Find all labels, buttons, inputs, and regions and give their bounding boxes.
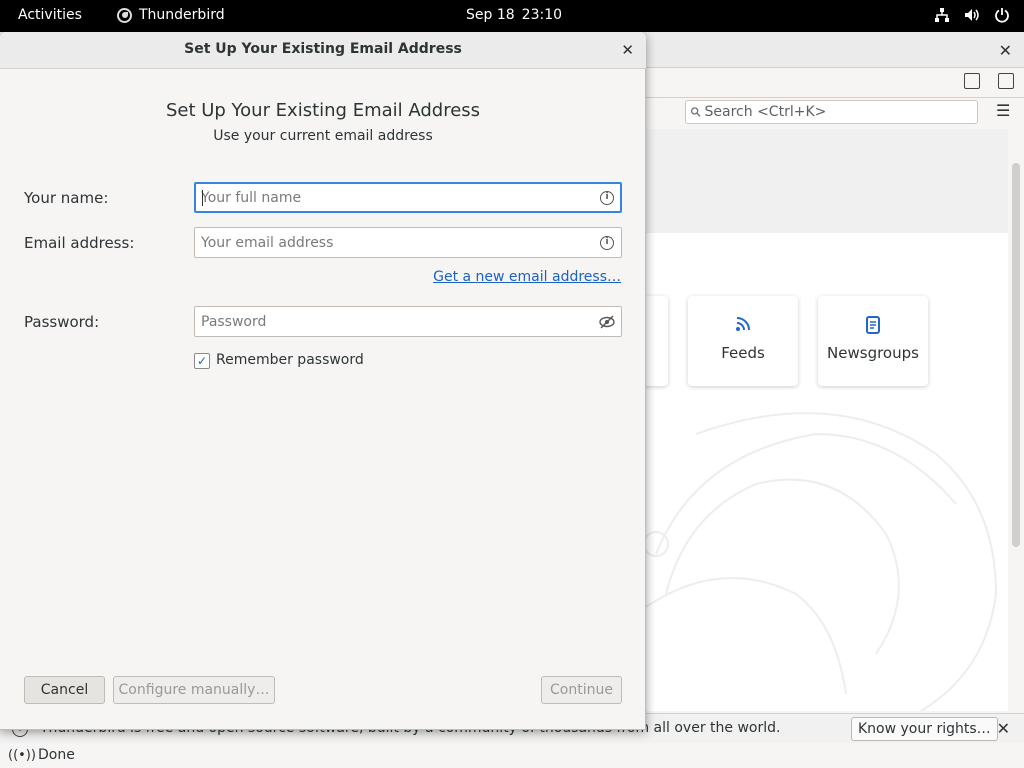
rss-icon: [688, 316, 798, 336]
system-tray[interactable]: [934, 7, 1010, 23]
continue-button[interactable]: Continue: [541, 676, 622, 704]
email-field[interactable]: i: [194, 227, 622, 258]
clock-date: Sep 18: [466, 7, 515, 23]
app-menu[interactable]: Thunderbird: [117, 7, 225, 23]
tasks-icon[interactable]: [998, 73, 1014, 89]
network-icon: [935, 8, 949, 22]
newsgroups-tile[interactable]: Newsgroups: [818, 296, 928, 386]
account-hub-content: Feeds Newsgroups: [646, 129, 1008, 711]
clock-time: 23:10: [521, 7, 563, 23]
online-status-icon[interactable]: ((•)): [8, 748, 36, 763]
name-input[interactable]: [201, 183, 591, 212]
volume-icon: [965, 9, 979, 21]
status-text: Done: [38, 747, 75, 763]
cancel-button[interactable]: Cancel: [24, 676, 105, 704]
password-label: Password:: [24, 313, 100, 331]
calendar-icon[interactable]: [964, 73, 980, 89]
hamburger-menu-icon[interactable]: ☰: [996, 103, 1010, 119]
dialog-title: Set Up Your Existing Email Address: [184, 41, 462, 57]
email-input[interactable]: [201, 228, 591, 257]
content-scrollbar[interactable]: [1012, 163, 1020, 547]
info-icon[interactable]: i: [600, 236, 614, 250]
remember-password-checkbox[interactable]: ✓: [194, 353, 210, 369]
status-bar: ((•)) Done: [0, 743, 1024, 768]
system-top-bar: Activities Thunderbird Sep 18 23:10: [0, 0, 1024, 32]
close-icon[interactable]: ✕: [999, 41, 1012, 60]
dialog-titlebar: Set Up Your Existing Email Address ✕: [0, 32, 646, 69]
get-new-email-link[interactable]: Get a new email address…: [433, 269, 621, 285]
power-icon: [995, 8, 1009, 23]
close-icon[interactable]: ✕: [997, 719, 1010, 738]
configure-manually-button[interactable]: Configure manually…: [113, 676, 275, 704]
account-type-tile-partial[interactable]: [646, 296, 668, 386]
name-field[interactable]: i: [194, 182, 622, 213]
name-label: Your name:: [24, 189, 109, 207]
remember-password-label[interactable]: Remember password: [216, 352, 364, 368]
dialog-heading: Set Up Your Existing Email Address: [165, 100, 481, 121]
search-placeholder: Search <Ctrl+K>: [704, 104, 827, 120]
feeds-label: Feeds: [721, 344, 765, 362]
email-label: Email address:: [24, 234, 135, 252]
dialog-subheading: Use your current email address: [213, 128, 433, 144]
know-your-rights-button[interactable]: Know your rights…: [851, 717, 998, 741]
newsgroups-label: Newsgroups: [827, 344, 919, 362]
activities-button[interactable]: Activities: [18, 7, 82, 23]
close-icon[interactable]: ✕: [621, 41, 634, 59]
newsgroup-icon: [818, 316, 928, 336]
content-header: [646, 129, 1008, 233]
info-icon[interactable]: i: [600, 191, 614, 205]
global-search-input[interactable]: ⚲Search <Ctrl+K>: [685, 100, 978, 124]
password-input[interactable]: [201, 307, 591, 336]
text-caret: [202, 190, 203, 206]
email-setup-dialog: Set Up Your Existing Email Address ✕ Set…: [0, 32, 646, 730]
show-password-icon[interactable]: [599, 315, 615, 329]
thunderbird-icon: [117, 7, 132, 23]
feeds-tile[interactable]: Feeds: [688, 296, 798, 386]
thunderbird-watermark-icon: [646, 412, 998, 711]
clock[interactable]: Sep 18 23:10: [466, 7, 562, 23]
app-name: Thunderbird: [139, 7, 225, 23]
password-field[interactable]: [194, 306, 622, 337]
